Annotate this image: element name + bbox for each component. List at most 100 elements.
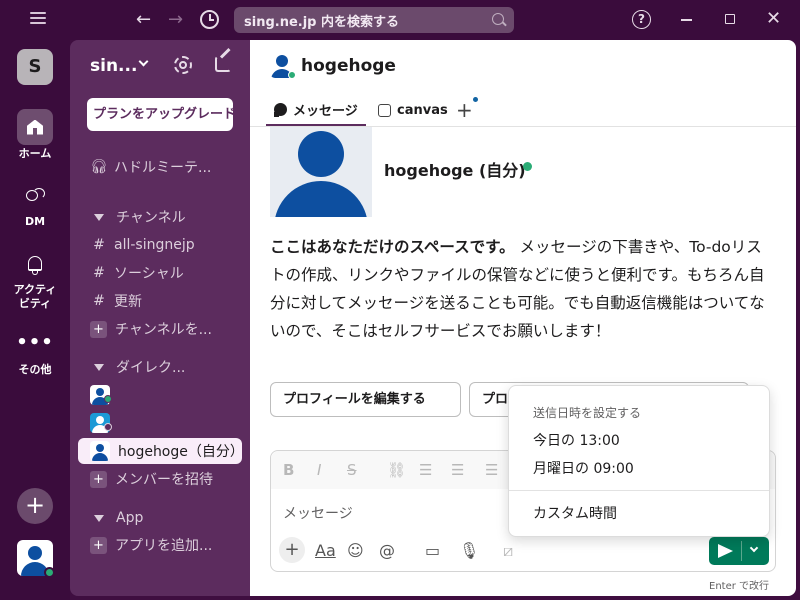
caret-down-icon [94, 363, 104, 371]
section-header-app[interactable]: App [90, 505, 143, 531]
slash-command-icon[interactable]: ⧄ [503, 541, 513, 561]
channel-title[interactable]: hogehoge [301, 56, 396, 76]
search-text: sing.ne.jp 内を検索する [244, 14, 399, 30]
sidebar: sin... プランをアップグレード 🎧︎ ハドルミーテ... チャンネル # … [70, 40, 250, 596]
tab-label: canvas [397, 102, 448, 118]
send-button[interactable] [709, 537, 769, 565]
hamburger-menu-icon[interactable] [30, 12, 46, 27]
rail-item-home[interactable]: ホーム [0, 109, 70, 161]
history-clock-icon[interactable] [200, 10, 219, 29]
workspace-rail: S ホーム DM アクティ ビティ ••• その他 + [0, 40, 70, 600]
home-icon [27, 119, 43, 135]
workspace-name[interactable]: sin... [90, 56, 137, 76]
strikethrough-icon[interactable]: S [347, 461, 357, 479]
rail-label-home: ホーム [18, 147, 52, 160]
caret-down-icon [94, 213, 104, 221]
divider [741, 541, 742, 561]
add-workspace-button[interactable]: + [17, 488, 53, 524]
sidebar-item-add-channel[interactable]: + チャンネルを... [90, 316, 212, 342]
add-tab-button[interactable]: + [456, 94, 473, 126]
rail-label-more: その他 [18, 363, 52, 376]
section-header-channels[interactable]: チャンネル [90, 204, 186, 230]
sidebar-item-label: チャンネルを... [115, 322, 212, 338]
tab-messages[interactable]: メッセージ [266, 94, 366, 126]
attach-plus-button[interactable]: + [279, 537, 305, 563]
tab-label: メッセージ [293, 103, 358, 119]
sidebar-item-label: hogehoge（自分） [118, 444, 244, 460]
section-header-dms[interactable]: ダイレク... [90, 354, 185, 380]
mention-icon[interactable]: @ [379, 541, 395, 560]
sidebar-item-add-app[interactable]: + アプリを追加... [90, 532, 212, 558]
divider [509, 490, 769, 491]
rail-item-more[interactable]: ••• その他 [0, 325, 70, 377]
channel-label: ソーシャル [114, 266, 184, 282]
chevron-down-icon[interactable] [138, 56, 149, 67]
sidebar-item-channel[interactable]: # ソーシャル [90, 260, 184, 286]
message-bubble-icon [274, 102, 287, 117]
hash-icon: # [93, 265, 105, 281]
gear-icon[interactable] [174, 56, 192, 74]
rail-item-activity[interactable]: アクティ ビティ [0, 245, 70, 311]
workspace-avatar[interactable]: S [17, 49, 53, 85]
headphones-icon: 🎧︎ [90, 159, 108, 175]
enter-hint: Enter で改行 [709, 581, 770, 592]
online-status-dot [44, 567, 55, 578]
rail-label-dm: DM [24, 215, 46, 228]
sidebar-item-label: メンバーを招待 [115, 472, 213, 488]
sidebar-item-dm-self[interactable]: hogehoge（自分） [78, 438, 244, 464]
plus-icon: + [90, 320, 107, 338]
microphone-icon[interactable]: 🎙︎ [459, 541, 479, 560]
video-icon[interactable]: ▭ [425, 541, 440, 560]
tab-canvas[interactable]: canvas [378, 94, 448, 126]
sidebar-item-dm[interactable] [90, 410, 118, 436]
edit-profile-button[interactable]: プロフィールを編集する [270, 382, 461, 417]
menu-item-custom-time[interactable]: カスタム時間 [533, 503, 617, 523]
sidebar-item-channel[interactable]: # 更新 [90, 288, 142, 314]
bold-icon[interactable]: B [283, 461, 294, 479]
search-bar[interactable]: sing.ne.jp 内を検索する [234, 7, 514, 33]
back-arrow-icon[interactable]: ← [136, 8, 151, 32]
bulleted-list-icon[interactable]: ☰ [451, 461, 464, 479]
hash-icon: # [93, 237, 105, 253]
section-header-label: ダイレク... [116, 360, 186, 376]
sidebar-item-huddles[interactable]: 🎧︎ ハドルミーテ... [90, 154, 211, 180]
away-status-dot [104, 423, 112, 431]
chevron-down-icon[interactable] [749, 543, 759, 553]
message-input[interactable]: メッセージ [283, 503, 353, 523]
menu-title: 送信日時を設定する [533, 406, 642, 420]
plus-icon: + [90, 470, 107, 488]
close-icon[interactable]: ✕ [766, 10, 781, 28]
intro-text: ここはあなただけのスペースです。 メッセージの下書きや、To-doリストの作成、… [270, 233, 774, 345]
sidebar-item-label: アプリを追加... [115, 538, 213, 554]
title-bar: ← → sing.ne.jp 内を検索する ? ✕ [0, 0, 800, 40]
channel-label: all-singnejp [114, 237, 195, 253]
profile-avatar[interactable] [270, 127, 372, 217]
compose-icon[interactable] [215, 56, 231, 72]
schedule-send-menu: 送信日時を設定する 今日の 13:00 月曜日の 09:00 カスタム時間 [508, 385, 770, 537]
online-status-dot [288, 71, 296, 79]
text-format-icon[interactable]: Aa [315, 541, 336, 560]
emoji-icon[interactable]: ☺ [347, 541, 364, 560]
forward-arrow-icon[interactable]: → [168, 8, 183, 32]
link-icon[interactable]: ⛓︎ [387, 461, 406, 479]
new-indicator-dot [473, 97, 478, 102]
upgrade-plan-button[interactable]: プランをアップグレード [87, 98, 233, 131]
rail-item-dm[interactable]: DM [0, 177, 70, 229]
menu-item-monday[interactable]: 月曜日の 09:00 [533, 458, 634, 478]
maximize-icon[interactable] [725, 14, 735, 24]
sidebar-item-dm[interactable] [90, 382, 118, 408]
minimize-icon[interactable] [681, 19, 692, 21]
sidebar-item-label: ハドルミーテ... [114, 160, 212, 176]
profile-name[interactable]: hogehoge (自分) [384, 157, 526, 181]
sidebar-item-invite[interactable]: + メンバーを招待 [90, 466, 213, 492]
blockquote-icon[interactable]: ☰ [485, 461, 498, 479]
italic-icon[interactable]: I [317, 461, 321, 479]
sidebar-item-channel[interactable]: # all-singnejp [90, 232, 195, 258]
ordered-list-icon[interactable]: ☰ [419, 461, 432, 479]
dm-avatar [90, 441, 110, 461]
more-dots-icon: ••• [16, 332, 54, 353]
menu-item-today[interactable]: 今日の 13:00 [533, 430, 620, 450]
bell-icon [28, 255, 42, 275]
plus-icon: + [90, 536, 107, 554]
help-icon[interactable]: ? [632, 10, 651, 29]
